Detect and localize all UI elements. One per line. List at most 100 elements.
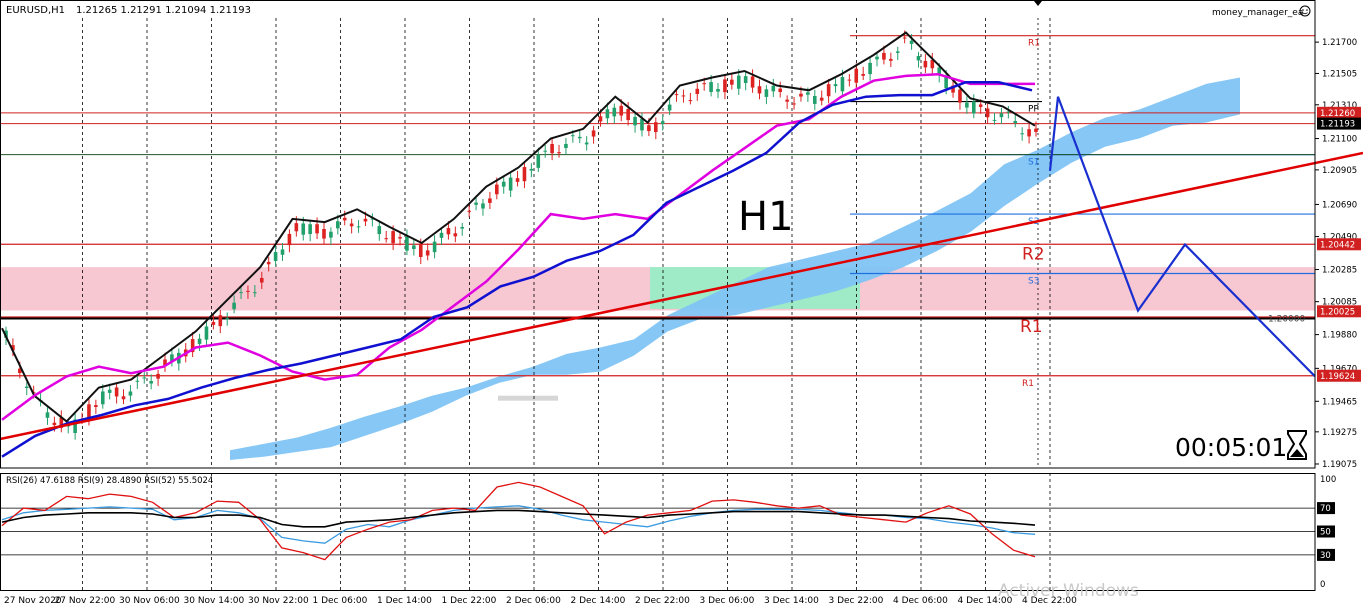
x-tick-label: 3 Dec 22:00 [829, 596, 884, 606]
candle-body [806, 92, 810, 95]
candle-body [584, 142, 589, 145]
candle-body [356, 226, 361, 228]
candle-body [978, 104, 983, 107]
x-tick-label: 30 Nov 06:00 [119, 596, 180, 606]
y-tick-label: 1.19465 [1322, 397, 1357, 407]
candle-body [695, 88, 700, 94]
candle-body [854, 68, 859, 83]
candle-body [239, 292, 243, 294]
pivot-level-label: S1 [1028, 158, 1039, 168]
pivot-level-label: S3 [1028, 277, 1039, 287]
candle-body [266, 261, 271, 265]
x-tick-label: 3 Dec 06:00 [700, 596, 755, 606]
candle-body [391, 231, 395, 244]
candle-body [211, 321, 216, 325]
round-level-label: 1.20000 [1268, 315, 1305, 325]
candle-body [647, 125, 651, 132]
candle-body [550, 144, 554, 154]
candle-body [294, 223, 299, 232]
price-tag-label: 1.19624 [1320, 372, 1355, 382]
price-tag-label: 1.20442 [1320, 240, 1355, 250]
x-tick-label: 30 Nov 14:00 [184, 596, 245, 606]
bar-countdown: 00:05:01 [1175, 433, 1287, 462]
candle-body [418, 243, 423, 258]
candle-body [591, 130, 596, 137]
candle-body [94, 405, 98, 407]
candle-body [757, 86, 762, 94]
candle-body [999, 113, 1004, 118]
ea-name: money_manager_ea [1212, 8, 1303, 18]
candle-body [633, 116, 637, 126]
candle-body [833, 84, 838, 87]
candle-body [909, 40, 914, 44]
candle-body [24, 386, 29, 389]
x-tick-label: 2 Dec 22:00 [635, 596, 690, 606]
candle-body [246, 290, 250, 292]
pivot-level-label: R2 [1022, 244, 1045, 264]
y-tick-label: 1.20905 [1322, 166, 1357, 176]
candle-body [453, 233, 458, 237]
candle-body [626, 109, 630, 121]
rsi-tick-label: 100 [1320, 475, 1336, 485]
chart-canvas[interactable]: R1PPS1S2R2S3R1R11.20000 27 Nov 202027 No… [0, 0, 1363, 615]
x-tick-label: 1 Dec 06:00 [313, 596, 368, 606]
y-tick-label: 1.21100 [1322, 135, 1357, 145]
candle-body [716, 89, 720, 92]
candle-body [730, 79, 734, 85]
candle-body [895, 51, 900, 53]
x-tick-label: 4 Dec 06:00 [893, 596, 948, 606]
candle-body [840, 77, 845, 92]
candle-body [322, 228, 326, 239]
activation-watermark: Activer Windows [998, 581, 1139, 601]
candle-body [474, 202, 478, 205]
candle-body [992, 119, 997, 121]
candle-body [439, 232, 444, 238]
candle-body [778, 88, 783, 93]
ohlc-readout: 1.21265 1.21291 1.21094 1.21193 [76, 5, 251, 16]
candle-body [785, 99, 789, 102]
candle-body [605, 109, 610, 119]
pivot-level-label: R1 [1028, 39, 1040, 49]
candle-body [508, 177, 513, 191]
timeframe-label: H1 [738, 194, 794, 240]
cloud-gray-segment [498, 395, 558, 401]
candle-body [405, 236, 409, 251]
candle-body [944, 76, 948, 89]
candle-body [135, 380, 140, 382]
y-tick-label: 1.19275 [1322, 428, 1357, 438]
candle-body [301, 223, 306, 235]
candle-body [571, 135, 575, 137]
candle-body [45, 412, 50, 418]
candle-body [889, 58, 893, 61]
candle-body [1013, 120, 1018, 123]
candle-body [287, 233, 292, 246]
rsi-tick-label: 0 [1320, 580, 1325, 590]
rsi-tick-label: 30 [1320, 551, 1331, 561]
x-tick-label: 1 Dec 22:00 [442, 596, 497, 606]
y-tick-label: 1.19880 [1322, 331, 1357, 341]
candle-body [128, 391, 133, 396]
candle-body [149, 381, 153, 384]
y-tick-label: 1.20285 [1322, 266, 1357, 276]
candle-body [460, 226, 465, 229]
x-tick-label: 3 Dec 14:00 [764, 596, 819, 606]
candle-body [543, 150, 547, 152]
x-tick-label: 2 Dec 14:00 [571, 596, 626, 606]
candle-body [197, 338, 202, 344]
candle-body [812, 96, 817, 104]
candle-body [792, 103, 796, 105]
candle-body [156, 373, 160, 379]
candle-body [52, 422, 57, 426]
candle-body [564, 143, 568, 149]
candle-body [308, 224, 312, 235]
candle-body [501, 181, 506, 187]
candle-body [958, 89, 962, 103]
y-tick-label: 1.21505 [1322, 69, 1357, 79]
candle-body [273, 252, 278, 261]
candle-body [985, 108, 990, 118]
candle-body [529, 168, 534, 171]
pivot-level-label: R1 [1022, 379, 1034, 389]
symbol-label: EURUSD,H1 [6, 5, 65, 16]
price-tag-label: 1.21193 [1320, 120, 1355, 130]
candle-body [107, 389, 112, 393]
